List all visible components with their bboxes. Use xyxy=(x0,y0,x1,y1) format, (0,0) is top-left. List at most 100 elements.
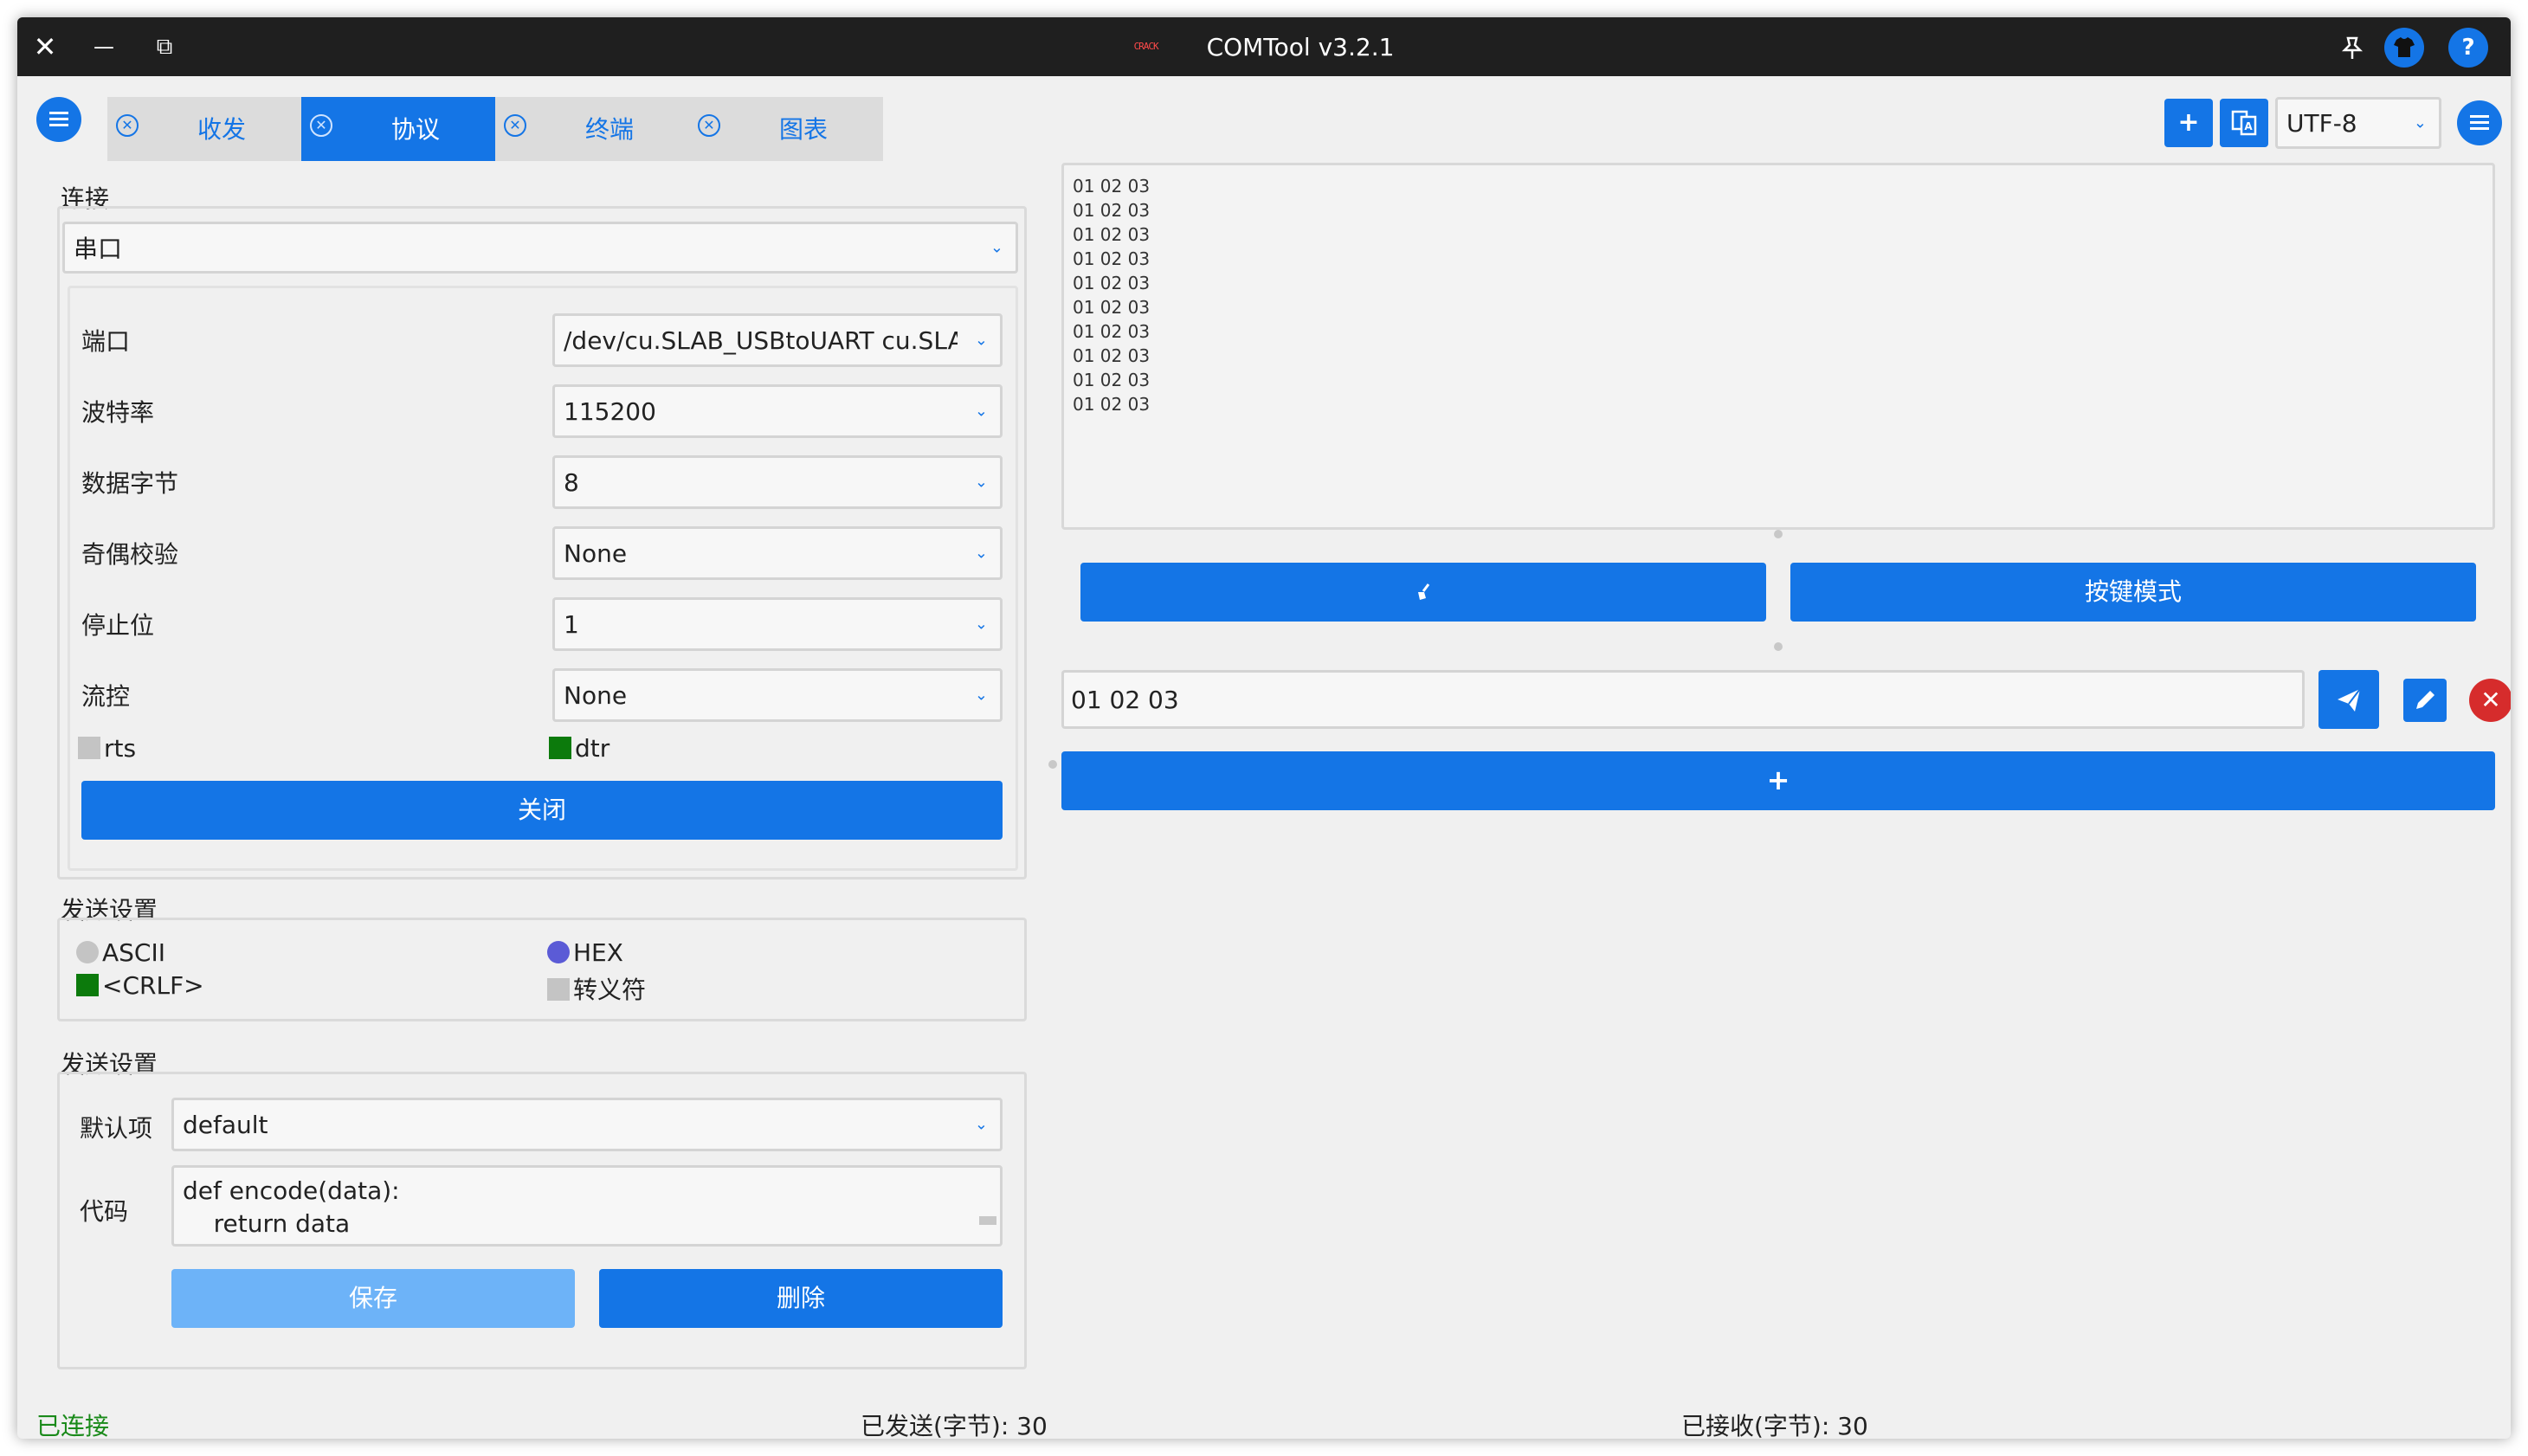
tab-close-icon[interactable]: ✕ xyxy=(698,114,720,137)
receive-line: 01 02 03 xyxy=(1073,273,1151,293)
edit-button[interactable] xyxy=(2403,679,2447,722)
title-area: CRACK COMTool v3.2.1 xyxy=(17,17,2511,76)
pin-icon[interactable] xyxy=(2338,33,2367,62)
tab-terminal[interactable]: ✕ 终端 xyxy=(495,97,689,161)
translate-icon[interactable]: A xyxy=(2220,99,2268,147)
resize-grip-icon[interactable] xyxy=(979,1216,996,1225)
receive-line: 01 02 03 xyxy=(1073,321,1151,342)
title-bar: ✕ — ⧉ CRACK COMTool v3.2.1 ? xyxy=(17,17,2511,76)
checkbox-checked-icon xyxy=(76,974,99,996)
splitter-handle[interactable] xyxy=(1774,642,1783,651)
flowcontrol-label: 流控 xyxy=(81,682,131,711)
delete-button[interactable]: 删除 xyxy=(599,1269,1003,1328)
delete-send-icon[interactable]: ✕ xyxy=(2469,679,2511,722)
bytesize-select[interactable]: 8 ⌄ xyxy=(552,455,1003,509)
save-button[interactable]: 保存 xyxy=(171,1269,575,1328)
connection-type-select[interactable]: 串口 ⌄ xyxy=(62,222,1018,274)
ascii-radio[interactable]: ASCII xyxy=(76,938,165,967)
port-select[interactable]: /dev/cu.SLAB_USBtoUART cu.SLAB_U ⌄ xyxy=(552,313,1003,367)
baudrate-label: 波特率 xyxy=(81,398,155,427)
chevron-down-icon: ⌄ xyxy=(974,686,988,705)
add-plugin-button[interactable]: + xyxy=(2164,99,2213,147)
flowcontrol-select[interactable]: None ⌄ xyxy=(552,668,1003,722)
dtr-label: dtr xyxy=(575,734,610,763)
code-line: return data xyxy=(183,1209,351,1238)
settings-menu-button[interactable] xyxy=(2457,100,2502,145)
close-port-button[interactable]: 关闭 xyxy=(81,781,1003,840)
clear-button[interactable] xyxy=(1080,563,1766,622)
crlf-label: <CRLF> xyxy=(102,971,204,1000)
sent-bytes: 已发送(字节): 30 xyxy=(861,1412,1048,1439)
tab-label: 终端 xyxy=(584,115,634,144)
encoding-value: UTF-8 xyxy=(2286,108,2357,138)
shirt-icon[interactable] xyxy=(2384,28,2424,68)
receive-line: 01 02 03 xyxy=(1073,176,1151,196)
bytesize-label: 数据字节 xyxy=(81,469,179,498)
tab-protocol[interactable]: ✕ 协议 xyxy=(301,97,495,161)
tab-graph[interactable]: ✕ 图表 xyxy=(689,97,883,161)
svg-text:A: A xyxy=(2244,120,2253,132)
broom-icon xyxy=(1413,580,1434,604)
send-settings-group xyxy=(57,918,1027,1021)
main-menu-button[interactable] xyxy=(36,97,81,142)
flowcontrol-value: None xyxy=(564,680,628,710)
chevron-down-icon: ⌄ xyxy=(974,544,988,563)
chevron-down-icon: ⌄ xyxy=(974,1115,988,1134)
tab-close-icon[interactable]: ✕ xyxy=(310,114,332,137)
hex-radio[interactable]: HEX xyxy=(547,938,623,967)
receive-area[interactable]: 01 02 03 01 02 03 01 02 03 01 02 03 01 0… xyxy=(1061,163,2495,530)
tab-send-receive[interactable]: ✕ 收发 xyxy=(107,97,301,161)
default-item-select[interactable]: default ⌄ xyxy=(171,1098,1003,1151)
tab-close-icon[interactable]: ✕ xyxy=(504,114,526,137)
add-send-item-button[interactable]: + xyxy=(1061,751,2495,810)
receive-line: 01 02 03 xyxy=(1073,200,1151,221)
chevron-down-icon: ⌄ xyxy=(974,615,988,634)
default-item-value: default xyxy=(183,1110,268,1139)
ascii-label: ASCII xyxy=(102,938,165,967)
code-editor[interactable]: def encode(data): return data xyxy=(171,1165,1003,1247)
radio-unchecked-icon xyxy=(76,941,99,963)
app-window: ✕ — ⧉ CRACK COMTool v3.2.1 ? ✕ 收发 ✕ 协议 ✕… xyxy=(17,17,2511,1439)
send-input[interactable]: 01 02 03 xyxy=(1061,670,2305,729)
escape-checkbox[interactable]: 转义符 xyxy=(547,971,646,1006)
parity-select[interactable]: None ⌄ xyxy=(552,526,1003,580)
received-bytes: 已接收(字节): 30 xyxy=(1681,1412,1868,1439)
receive-line: 01 02 03 xyxy=(1073,224,1151,245)
tab-label: 收发 xyxy=(197,115,246,144)
parity-value: None xyxy=(564,538,628,568)
key-mode-button[interactable]: 按键模式 xyxy=(1790,563,2476,622)
default-item-label: 默认项 xyxy=(80,1114,153,1143)
baudrate-select[interactable]: 115200 ⌄ xyxy=(552,384,1003,438)
help-icon[interactable]: ? xyxy=(2448,28,2488,68)
tab-label: 图表 xyxy=(778,115,828,144)
tab-close-icon[interactable]: ✕ xyxy=(116,114,139,137)
checkbox-unchecked-icon xyxy=(547,978,570,1001)
chevron-down-icon: ⌄ xyxy=(2413,113,2427,132)
port-value: /dev/cu.SLAB_USBtoUART cu.SLAB_U xyxy=(564,325,958,355)
send-button[interactable] xyxy=(2318,670,2379,729)
port-label: 端口 xyxy=(81,327,131,356)
crlf-checkbox[interactable]: <CRLF> xyxy=(76,971,204,1000)
dtr-checkbox[interactable]: dtr xyxy=(549,734,609,763)
connection-type-value: 串口 xyxy=(74,235,123,263)
paper-plane-icon xyxy=(2318,688,2379,735)
code-line: def encode(data): xyxy=(183,1176,400,1205)
receive-line: 01 02 03 xyxy=(1073,370,1151,390)
splitter-handle[interactable] xyxy=(1774,530,1783,538)
chevron-down-icon: ⌄ xyxy=(990,238,1003,257)
escape-label: 转义符 xyxy=(573,976,647,1004)
connection-status: 已连接 xyxy=(36,1412,110,1439)
hex-label: HEX xyxy=(573,938,623,967)
rts-label: rts xyxy=(104,734,137,763)
code-label: 代码 xyxy=(80,1197,129,1226)
receive-line: 01 02 03 xyxy=(1073,297,1151,318)
parity-label: 奇偶校验 xyxy=(81,540,179,569)
window-title: COMTool v3.2.1 xyxy=(1206,32,1395,61)
splitter-handle[interactable] xyxy=(1048,760,1057,769)
checkbox-unchecked-icon xyxy=(78,737,100,759)
rts-checkbox[interactable]: rts xyxy=(78,734,136,763)
encoding-select[interactable]: UTF-8 ⌄ xyxy=(2275,97,2441,149)
checkbox-checked-icon xyxy=(549,737,571,759)
stopbits-select[interactable]: 1 ⌄ xyxy=(552,597,1003,651)
bytesize-value: 8 xyxy=(564,467,579,497)
